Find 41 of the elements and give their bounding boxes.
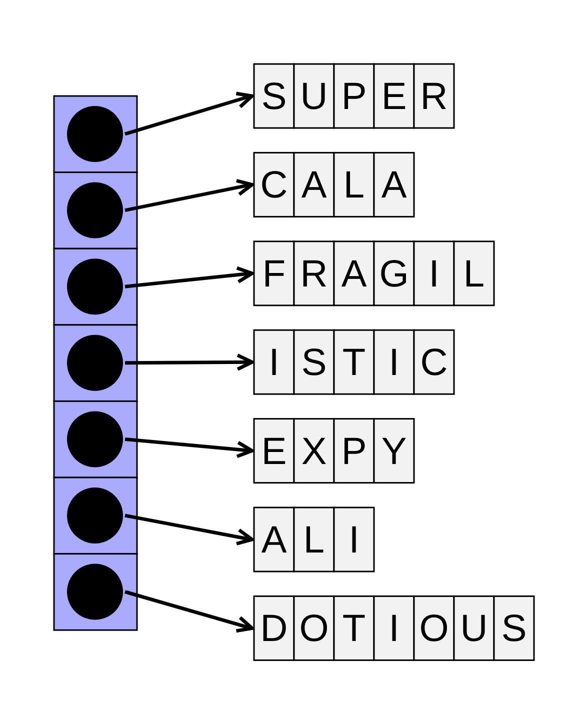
char-cell: E <box>373 63 415 129</box>
char-cell: S <box>253 63 295 129</box>
pointer-dot <box>67 488 123 544</box>
char-cell: L <box>333 152 375 218</box>
char-cell: T <box>333 595 375 661</box>
char-cell: L <box>453 240 495 306</box>
char-cell: F <box>253 240 295 306</box>
char-cell: X <box>293 418 335 484</box>
char-cell: I <box>413 240 455 306</box>
char-cell: I <box>373 329 415 395</box>
char-cell: P <box>333 63 375 129</box>
char-cell: A <box>373 152 415 218</box>
char-cell: Y <box>373 418 415 484</box>
char-cell: O <box>293 595 335 661</box>
char-cell: O <box>413 595 455 661</box>
pointer-dot <box>67 334 123 391</box>
char-cell: P <box>333 418 375 484</box>
char-cell: C <box>413 329 455 395</box>
char-cell: S <box>293 329 335 395</box>
char-cell: R <box>413 63 455 129</box>
char-cell: T <box>333 329 375 395</box>
char-cell: A <box>293 152 335 218</box>
pointer-dot <box>67 564 123 620</box>
char-cell: E <box>253 418 295 484</box>
char-cell: G <box>373 240 415 306</box>
char-cell: I <box>253 329 295 395</box>
char-cell: A <box>333 240 375 306</box>
char-cell: C <box>253 152 295 218</box>
pointer-dot <box>67 182 123 238</box>
char-cell: A <box>253 506 295 572</box>
char-cell: D <box>253 595 295 661</box>
char-cell: U <box>453 595 495 661</box>
pointer-dot <box>67 258 123 315</box>
char-cell: I <box>373 595 415 661</box>
char-cell: U <box>293 63 335 129</box>
char-cell: L <box>293 506 335 572</box>
char-cell: S <box>493 595 535 661</box>
char-cell: R <box>293 240 335 306</box>
char-cell: I <box>333 506 375 572</box>
pointer-dot <box>67 411 123 468</box>
pointer-dot <box>67 106 123 162</box>
